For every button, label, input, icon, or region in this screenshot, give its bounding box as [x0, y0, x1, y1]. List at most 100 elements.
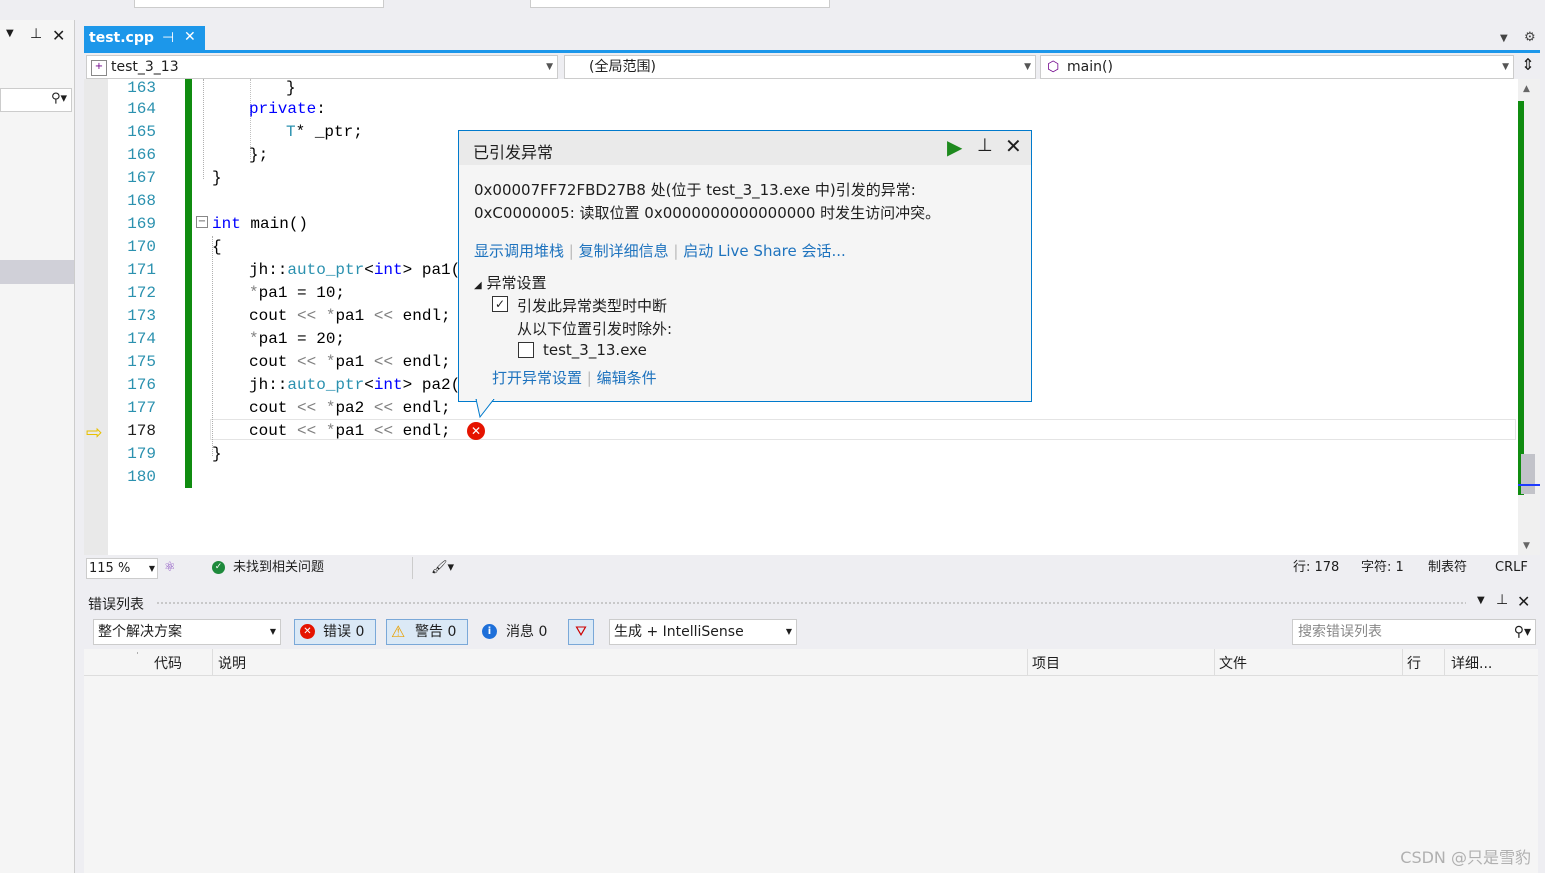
collapse-icon[interactable]: −: [196, 216, 208, 228]
line-number: 175: [127, 353, 156, 371]
continue-icon[interactable]: ▶: [947, 135, 962, 159]
code-line: }: [212, 445, 222, 463]
selected-tree-item[interactable]: [0, 260, 74, 284]
scrollbar-change-marker: [1518, 101, 1524, 495]
line-indicator: 行: 178: [1293, 560, 1340, 575]
line-number: 180: [127, 468, 156, 486]
close-icon[interactable]: ✕: [1005, 134, 1022, 158]
code-line: cout << *pa1 << endl;: [249, 307, 451, 325]
scope-dropdown[interactable]: (全局范围) ▼: [564, 55, 1036, 79]
code-line: private:: [249, 100, 326, 118]
toolbar-combo-left[interactable]: [134, 0, 384, 8]
error-list-toolbar: 整个解决方案 ▼ ✕ 错误 0 ⚠ 警告 0 i 消息 0 ⛛ 生成 + Int…: [84, 617, 1540, 645]
scope-dropdown[interactable]: 整个解决方案 ▼: [93, 619, 281, 645]
pin-icon[interactable]: ⊣: [162, 30, 174, 46]
link-separator: |: [673, 242, 684, 260]
panel-dropdown-icon[interactable]: ▼: [1477, 595, 1485, 606]
sort-icon[interactable]: ᐧ: [136, 649, 139, 660]
close-icon[interactable]: ✕: [52, 26, 65, 45]
pin-icon[interactable]: ⊥: [1496, 592, 1508, 608]
column-desc[interactable]: 说明: [218, 653, 246, 673]
link-separator: |: [568, 242, 579, 260]
error-list-body[interactable]: [84, 676, 1538, 873]
search-input[interactable]: 搜索错误列表 ⚲▾: [1292, 619, 1536, 645]
line-number: 174: [127, 330, 156, 348]
show-callstack-link[interactable]: 显示调用堆栈: [474, 242, 564, 260]
checkmark-icon: ✓: [494, 297, 506, 311]
toolbar-combo-right[interactable]: [530, 0, 830, 8]
copy-details-link[interactable]: 复制详细信息: [579, 242, 669, 260]
line-number: 173: [127, 307, 156, 325]
brush-icon[interactable]: 🖌▾: [431, 557, 454, 579]
exception-settings-section[interactable]: ◢ 异常设置: [474, 272, 547, 293]
change-tracking-bar: [185, 79, 192, 488]
error-icon: ✕: [300, 624, 315, 639]
member-dropdown[interactable]: ⬡ main() ▼: [1040, 55, 1514, 79]
issues-status[interactable]: 未找到相关问题: [233, 557, 324, 579]
break-on-exception-checkbox[interactable]: ✓: [492, 296, 508, 312]
panel-dropdown-icon[interactable]: ▼: [6, 28, 14, 39]
code-line: cout << *pa1 << endl;: [249, 353, 451, 371]
breakpoint-gutter[interactable]: [84, 79, 108, 555]
scrollbar-thumb[interactable]: [1521, 454, 1535, 494]
popup-pointer: [475, 399, 495, 419]
line-number: 172: [127, 284, 156, 302]
pin-icon[interactable]: ⊥: [977, 135, 993, 156]
panel-grip[interactable]: [156, 601, 1466, 606]
column-divider: [1402, 649, 1403, 675]
error-icon[interactable]: ✕: [467, 422, 485, 440]
filter-icon[interactable]: ⛛: [568, 619, 594, 645]
project-dropdown[interactable]: + test_3_13 ▼: [86, 55, 558, 79]
indent-guide: [203, 79, 204, 179]
live-share-link[interactable]: 启动 Live Share 会话...: [683, 242, 846, 260]
column-file[interactable]: 文件: [1219, 653, 1247, 673]
close-icon[interactable]: ✕: [1517, 592, 1530, 611]
except-exe-checkbox[interactable]: [518, 342, 534, 358]
tab-list-dropdown-icon[interactable]: ▼: [1500, 33, 1508, 44]
build-source-dropdown[interactable]: 生成 + IntelliSense ▼: [609, 619, 797, 645]
cube-icon: ⬡: [1047, 59, 1060, 75]
zoom-value: 115 %: [89, 561, 131, 576]
search-icon: ⚲▾: [50, 91, 67, 106]
intellicode-icon[interactable]: ⚛: [164, 557, 176, 579]
line-number: 168: [127, 192, 156, 210]
column-code[interactable]: 代码: [154, 653, 182, 673]
eol-indicator[interactable]: CRLF: [1495, 557, 1528, 579]
scroll-down-icon[interactable]: ▼: [1523, 541, 1530, 551]
tabs-indicator[interactable]: 制表符: [1428, 557, 1467, 579]
column-project[interactable]: 项目: [1032, 653, 1060, 673]
column-line[interactable]: 行: [1407, 653, 1421, 673]
tab-test-cpp[interactable]: test.cpp ⊣ ✕: [84, 26, 205, 50]
edit-conditions-link[interactable]: 编辑条件: [597, 369, 657, 387]
zoom-dropdown[interactable]: 115 % ▼: [86, 558, 158, 579]
pin-icon[interactable]: ⊥: [30, 26, 42, 42]
scope-label: (全局范围): [589, 59, 656, 75]
close-icon[interactable]: ✕: [184, 29, 196, 45]
info-icon: i: [482, 624, 497, 639]
split-icon[interactable]: ⇕: [1518, 55, 1538, 77]
project-icon: +: [91, 60, 107, 76]
error-list-title: 错误列表: [88, 597, 144, 613]
exception-message-line1: 0x00007FF72FBD27B8 处(位于 test_3_13.exe 中)…: [474, 181, 916, 199]
open-exception-settings-link[interactable]: 打开异常设置: [492, 369, 582, 387]
errors-filter-button[interactable]: ✕ 错误 0: [294, 619, 376, 645]
code-line: T* _ptr;: [286, 123, 363, 141]
warnings-count: 警告 0: [415, 624, 457, 640]
line-number: 176: [127, 376, 156, 394]
column-divider: [1444, 649, 1445, 675]
line-number: 170: [127, 238, 156, 256]
exception-message-line2: 0xC0000005: 读取位置 0x0000000000000000 时发生访…: [474, 204, 941, 222]
scroll-up-icon[interactable]: ▲: [1523, 84, 1530, 94]
code-line: }: [212, 169, 222, 187]
gear-icon[interactable]: ⚙: [1524, 30, 1536, 45]
section-title: 异常设置: [486, 274, 547, 292]
member-label: main(): [1067, 59, 1113, 75]
vertical-scrollbar[interactable]: ▲ ▼: [1518, 79, 1540, 555]
status-divider: [412, 557, 413, 579]
search-input[interactable]: ⚲▾: [0, 88, 72, 112]
code-line: {: [212, 238, 222, 256]
column-detail[interactable]: 详细...: [1451, 653, 1492, 673]
messages-filter-button[interactable]: i 消息 0: [477, 619, 559, 645]
line-number: 163: [127, 79, 156, 97]
warnings-filter-button[interactable]: ⚠ 警告 0: [386, 619, 468, 645]
